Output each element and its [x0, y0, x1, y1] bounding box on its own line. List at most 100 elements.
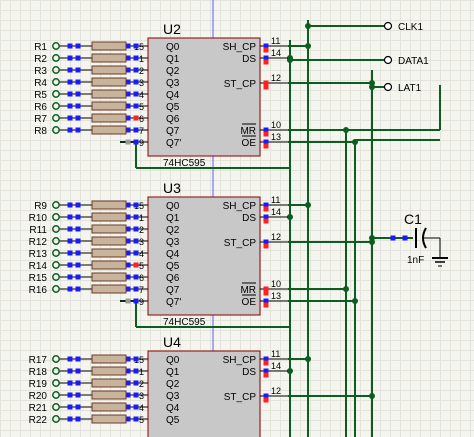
pin-number-label: 3	[139, 78, 144, 88]
resistor-label: R14	[29, 261, 48, 272]
chip-ref-label: U3	[163, 180, 181, 196]
pin-state-marker	[75, 79, 81, 85]
resistor-label: R7	[34, 114, 47, 125]
resistor-body[interactable]	[91, 248, 127, 258]
chip-u2: U274HC595Q015Q11Q22Q33Q44Q55Q66Q77Q7'9SH…	[120, 21, 288, 169]
resistor-body[interactable]	[91, 224, 127, 234]
resistor-body[interactable]	[91, 200, 127, 210]
resistor-body[interactable]	[91, 260, 127, 270]
pin-state-marker	[133, 380, 139, 386]
pin-number-label: 5	[139, 261, 144, 271]
terminal-node[interactable]	[52, 403, 60, 411]
terminal-label: CLK1	[398, 22, 423, 33]
terminal-node[interactable]	[52, 213, 60, 221]
terminal-node[interactable]	[52, 249, 60, 257]
terminal-node[interactable]	[52, 114, 60, 122]
chip-u3: U374HC595Q015Q11Q22Q33Q44Q55Q66Q77Q7'9SH…	[120, 180, 288, 328]
pin-state-marker	[133, 43, 139, 49]
resistor-label: R20	[29, 391, 48, 402]
resistor-body[interactable]	[91, 212, 127, 222]
resistor-body[interactable]	[91, 65, 127, 75]
pin-name-label: Q6	[166, 114, 180, 125]
terminal-node[interactable]	[52, 261, 60, 269]
resistor-body[interactable]	[91, 53, 127, 63]
pin-state-marker	[133, 286, 139, 292]
resistor-body[interactable]	[91, 77, 127, 87]
pin-number-label: 6	[139, 114, 144, 124]
terminal-node[interactable]	[52, 225, 60, 233]
pin-number-label: 9	[139, 138, 144, 148]
resistor-body[interactable]	[91, 354, 127, 364]
pin-state-marker	[133, 262, 139, 268]
pin-state-marker	[75, 404, 81, 410]
resistor-body[interactable]	[91, 390, 127, 400]
terminal-node[interactable]	[52, 54, 60, 62]
pin-state-marker	[125, 139, 131, 145]
pin-state-marker	[402, 235, 408, 241]
resistor-body[interactable]	[91, 366, 127, 376]
parts-layer: U2 74HC595 Q0 1 5 Q1 1 Q2 2 Q3 3 Q4 4 Q5 5 Q6 6 Q7 7 Q7' 9 SH…	[52, 21, 448, 437]
resistor-body[interactable]	[91, 378, 127, 388]
pin-number-label: 14	[271, 48, 281, 58]
terminal-node[interactable]	[52, 102, 60, 110]
resistor-label: R19	[29, 379, 48, 390]
resistor-body[interactable]	[91, 125, 127, 135]
terminal-node[interactable]	[52, 391, 60, 399]
terminal-node[interactable]	[52, 367, 60, 375]
pin-state-marker	[133, 91, 139, 97]
pin-state-marker	[67, 226, 73, 232]
terminal-node[interactable]	[52, 285, 60, 293]
pin-state-marker	[133, 356, 139, 362]
pin-state-marker	[75, 416, 81, 422]
terminal-data1[interactable]	[383, 55, 393, 65]
terminal-clk1[interactable]	[383, 21, 393, 31]
terminal-node[interactable]	[52, 126, 60, 134]
capacitor-value: 1nF	[407, 255, 424, 266]
pin-state-marker	[67, 67, 73, 73]
resistor-label: R12	[29, 237, 48, 248]
terminal-node[interactable]	[52, 415, 60, 423]
resistor-body[interactable]	[91, 41, 127, 51]
resistor-label: R5	[34, 90, 47, 101]
pin-state-marker	[75, 214, 81, 220]
resistor-body[interactable]	[91, 414, 127, 424]
resistor-body[interactable]	[91, 236, 127, 246]
chip-ref-label: U2	[163, 21, 181, 37]
terminal-node[interactable]	[52, 90, 60, 98]
pin-number-label: 12	[271, 232, 281, 242]
resistor-body[interactable]	[91, 101, 127, 111]
junction-dot	[369, 235, 375, 241]
terminal-node[interactable]	[52, 42, 60, 50]
resistor-body[interactable]	[91, 272, 127, 282]
terminal-label: DATA1	[398, 56, 429, 67]
terminal-node[interactable]	[52, 201, 60, 209]
pin-name-label: OE	[242, 297, 257, 308]
pin-name-label: Q0	[166, 201, 180, 212]
resistor-label: R21	[29, 403, 48, 414]
resistor-body[interactable]	[91, 89, 127, 99]
resistor-body[interactable]	[91, 284, 127, 294]
pin-number-label: 13	[271, 291, 281, 301]
pin-name-label: Q1	[166, 213, 180, 224]
pin-name-label: Q0	[166, 355, 180, 366]
terminal-node[interactable]	[52, 355, 60, 363]
pin-state-marker	[75, 91, 81, 97]
pin-state-marker	[75, 127, 81, 133]
pin-state-marker	[133, 226, 139, 232]
terminal-node[interactable]	[52, 379, 60, 387]
resistor-label: R6	[34, 102, 47, 113]
resistor-body[interactable]	[91, 402, 127, 412]
pin-state-marker	[263, 206, 269, 212]
pin-state-marker	[263, 243, 269, 249]
terminal-node[interactable]	[52, 237, 60, 245]
pin-state-marker	[67, 416, 73, 422]
pin-state-marker	[133, 368, 139, 374]
pin-state-marker	[133, 238, 139, 244]
terminal-node[interactable]	[52, 273, 60, 281]
terminal-node[interactable]	[52, 78, 60, 86]
terminal-label: LAT1	[398, 83, 422, 94]
pin-state-marker	[133, 103, 139, 109]
terminal-lat1[interactable]	[383, 82, 393, 92]
resistor-body[interactable]	[91, 113, 127, 123]
terminal-node[interactable]	[52, 66, 60, 74]
